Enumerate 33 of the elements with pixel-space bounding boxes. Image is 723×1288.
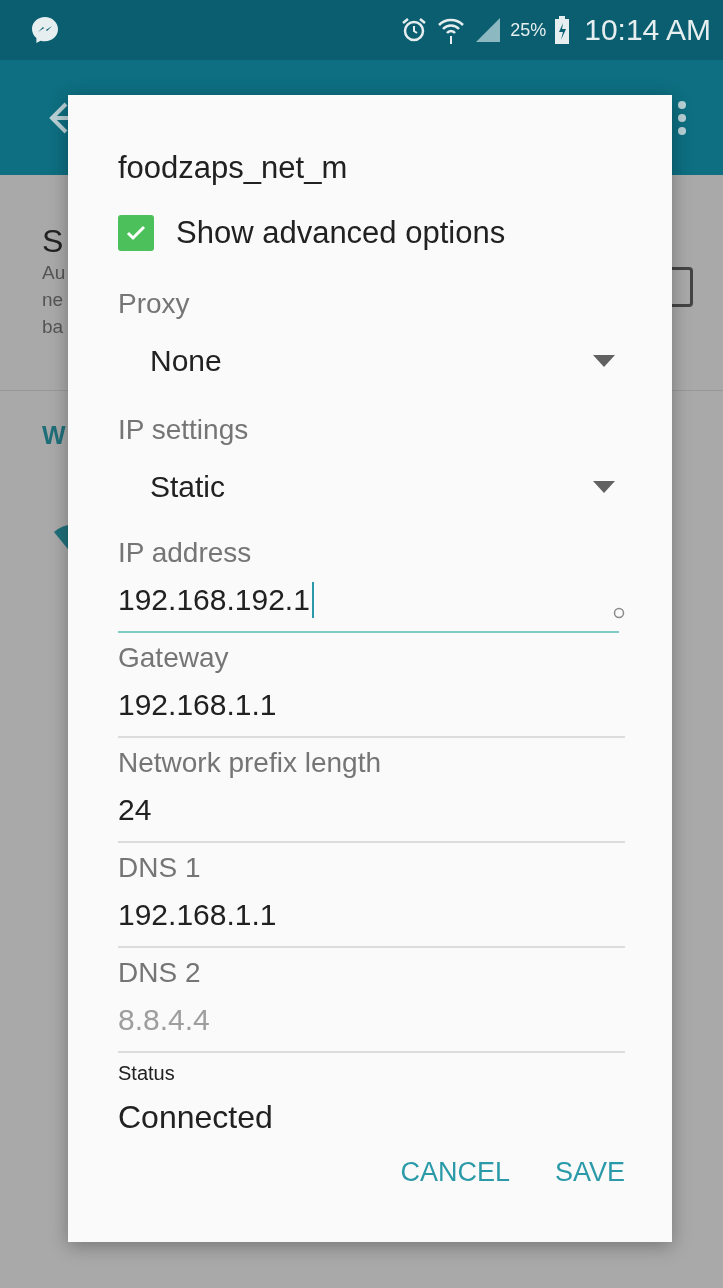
back-arrow-icon: [48, 100, 68, 135]
more-options-icon: [677, 99, 687, 136]
field-label: IP settings: [118, 413, 250, 447]
input-field[interactable]: 192.168.1.1: [118, 888, 625, 948]
status-label: Status: [118, 1061, 176, 1086]
battery-percent: 25%: [510, 19, 547, 41]
summary-text: Au: [42, 261, 66, 285]
section-title: S: [42, 223, 64, 259]
clock-time: 10:14 AM: [584, 13, 711, 47]
dialog-title: foodzaps_net_m: [118, 149, 349, 187]
status-value: Connected: [118, 1098, 274, 1137]
input-field[interactable]: 192.168.1.1: [118, 678, 625, 738]
chat-bubble-icon: [30, 15, 60, 45]
field-label: IP address: [118, 536, 253, 570]
field-label: Gateway: [118, 641, 230, 675]
dropdown[interactable]: None: [118, 339, 625, 383]
circle-icon: [613, 607, 625, 619]
checkbox[interactable]: [118, 215, 154, 251]
input-field[interactable]: 24: [118, 783, 625, 843]
field-label: DNS 2: [118, 956, 202, 990]
battery-icon: [554, 16, 571, 44]
input-field[interactable]: 192.168.192.1: [118, 573, 619, 633]
field-label: Network prefix length: [118, 746, 382, 780]
caret-icon: [593, 481, 615, 493]
list-header: W: [42, 421, 66, 450]
caret-icon: [593, 355, 615, 367]
summary-text: ne: [42, 288, 64, 312]
field-label: Proxy: [118, 287, 191, 321]
dropdown[interactable]: Static: [118, 465, 625, 509]
field-label: DNS 1: [118, 851, 202, 885]
signal-icon: [474, 16, 503, 44]
summary-text: ba: [42, 315, 64, 339]
checkbox-label[interactable]: Show advanced options: [176, 215, 506, 251]
